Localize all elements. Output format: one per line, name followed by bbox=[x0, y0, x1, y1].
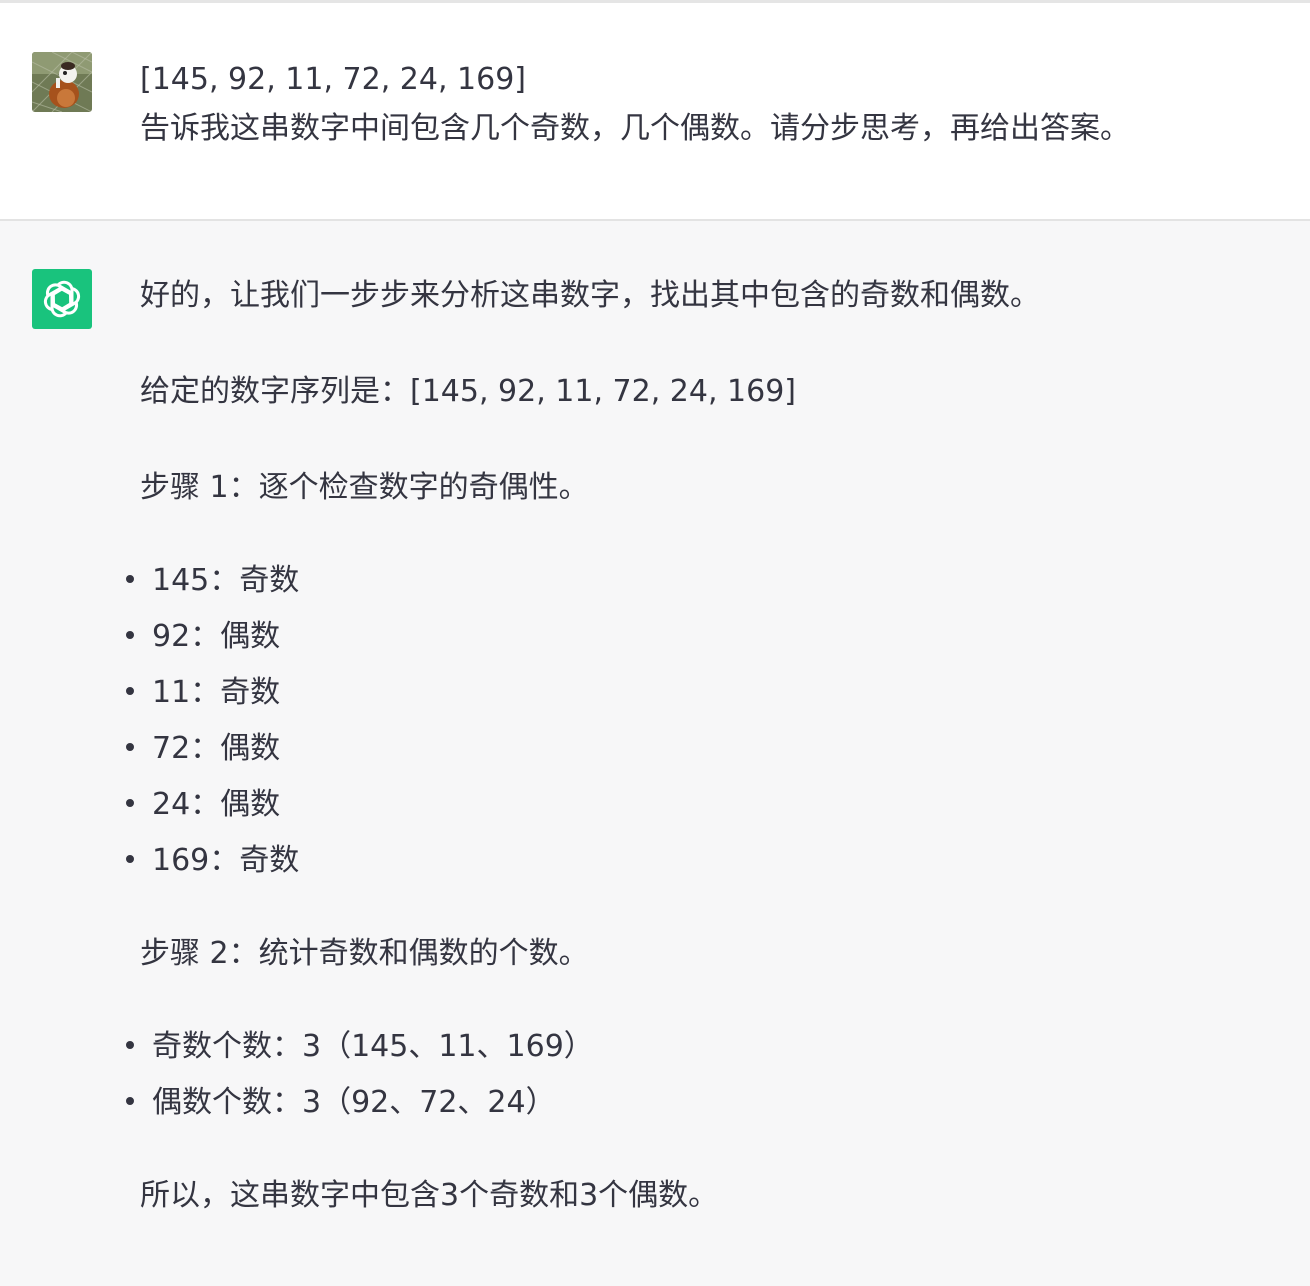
bullet-dot-icon bbox=[126, 631, 134, 639]
step2-list: 奇数个数：3（145、11、169） 偶数个数：3（92、72、24） bbox=[126, 1019, 1266, 1131]
bullet-dot-icon bbox=[126, 743, 134, 751]
user-message: [145, 92, 11, 72, 24, 169] 告诉我这串数字中间包含几个… bbox=[0, 3, 1310, 221]
list-item: 145：奇数 bbox=[126, 553, 1266, 609]
bullet-dot-icon bbox=[126, 687, 134, 695]
user-message-text: [145, 92, 11, 72, 24, 169] 告诉我这串数字中间包含几个… bbox=[140, 55, 1280, 153]
step2-heading: 步骤 2：统计奇数和偶数的个数。 bbox=[140, 936, 589, 971]
assistant-conclusion: 所以，这串数字中包含3个奇数和3个偶数。 bbox=[140, 1178, 719, 1213]
bullet-dot-icon bbox=[126, 575, 134, 583]
user-avatar bbox=[32, 52, 92, 112]
assistant-sequence: 给定的数字序列是：[145, 92, 11, 72, 24, 169] bbox=[140, 374, 796, 409]
step1-list: 145：奇数 92：偶数 11：奇数 72：偶数 24：偶数 169：奇数 bbox=[126, 553, 1266, 889]
bullet-dot-icon bbox=[126, 855, 134, 863]
list-item: 偶数个数：3（92、72、24） bbox=[126, 1075, 1266, 1131]
openai-logo-icon bbox=[32, 269, 92, 329]
bullet-dot-icon bbox=[126, 1097, 134, 1105]
list-item: 72：偶数 bbox=[126, 721, 1266, 777]
assistant-intro: 好的，让我们一步步来分析这串数字，找出其中包含的奇数和偶数。 bbox=[140, 278, 1040, 313]
list-item: 169：奇数 bbox=[126, 833, 1266, 889]
list-item: 奇数个数：3（145、11、169） bbox=[126, 1019, 1266, 1075]
assistant-message: 好的，让我们一步步来分析这串数字，找出其中包含的奇数和偶数。 给定的数字序列是：… bbox=[0, 221, 1310, 1286]
assistant-message-content: 好的，让我们一步步来分析这串数字，找出其中包含的奇数和偶数。 给定的数字序列是：… bbox=[126, 271, 1280, 1221]
bullet-dot-icon bbox=[126, 1041, 134, 1049]
user-message-line-numbers: [145, 92, 11, 72, 24, 169] bbox=[140, 62, 526, 97]
user-message-line-question: 告诉我这串数字中间包含几个奇数，几个偶数。请分步思考，再给出答案。 bbox=[140, 111, 1130, 146]
step1-heading: 步骤 1：逐个检查数字的奇偶性。 bbox=[140, 470, 589, 505]
list-item: 11：奇数 bbox=[126, 665, 1266, 721]
bullet-dot-icon bbox=[126, 799, 134, 807]
list-item: 92：偶数 bbox=[126, 609, 1266, 665]
list-item: 24：偶数 bbox=[126, 777, 1266, 833]
